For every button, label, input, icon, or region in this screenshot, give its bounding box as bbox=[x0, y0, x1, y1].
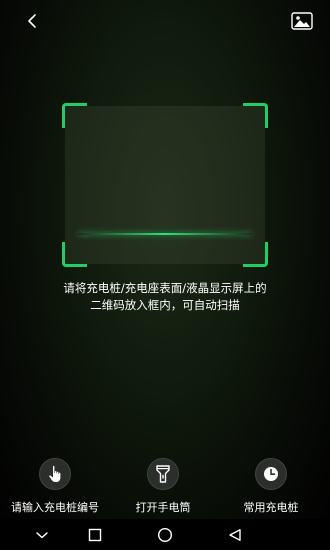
scan-hint-line-2: 二维码放入框内，可自动扫描 bbox=[90, 298, 240, 312]
back-icon bbox=[229, 529, 241, 541]
flashlight-button[interactable]: 打开手电筒 bbox=[108, 458, 218, 515]
scan-corner-bottom-right bbox=[243, 242, 268, 267]
action-circle bbox=[255, 458, 287, 490]
enter-charger-number-label: 请输入充电桩编号 bbox=[11, 501, 99, 514]
flashlight-icon bbox=[156, 465, 170, 483]
nav-back-button[interactable] bbox=[225, 525, 245, 545]
enter-charger-number-button[interactable]: 请输入充电桩编号 bbox=[0, 458, 110, 515]
album-button[interactable] bbox=[288, 9, 316, 33]
scan-corner-top-left bbox=[62, 103, 87, 128]
home-icon bbox=[157, 527, 173, 543]
scan-corner-bottom-left bbox=[62, 242, 87, 267]
frequent-chargers-button[interactable]: 常用充电桩 bbox=[216, 458, 326, 515]
hand-pointer-icon bbox=[49, 465, 61, 482]
top-bar bbox=[0, 0, 330, 42]
image-icon bbox=[291, 12, 313, 30]
scan-hint: 请将充电桩/充电座表面/液晶显示屏上的 二维码放入框内，可自动扫描 bbox=[0, 280, 330, 314]
nav-dropdown-button[interactable] bbox=[32, 525, 52, 545]
scan-area bbox=[65, 106, 265, 264]
chevron-left-icon bbox=[28, 14, 36, 28]
scan-hint-line-1: 请将充电桩/充电座表面/液晶显示屏上的 bbox=[63, 281, 267, 295]
scan-line bbox=[78, 233, 252, 235]
action-circle bbox=[39, 458, 71, 490]
action-circle bbox=[147, 458, 179, 490]
bottom-actions: 请输入充电桩编号 打开手电筒 常用充电桩 bbox=[0, 458, 330, 518]
scan-corner-top-right bbox=[243, 103, 268, 128]
scan-frame bbox=[62, 103, 268, 267]
dropdown-icon bbox=[36, 532, 48, 539]
clock-icon bbox=[264, 467, 278, 481]
recent-apps-icon bbox=[88, 528, 102, 542]
scanner-screen: 请将充电桩/充电座表面/液晶显示屏上的 二维码放入框内，可自动扫描 请输入充电桩… bbox=[0, 0, 330, 550]
back-button[interactable] bbox=[20, 9, 44, 33]
flashlight-label: 打开手电筒 bbox=[135, 501, 191, 514]
nav-recent-apps-button[interactable] bbox=[85, 525, 105, 545]
frequent-chargers-label: 常用充电桩 bbox=[243, 501, 299, 514]
system-nav-bar bbox=[0, 519, 330, 550]
nav-home-button[interactable] bbox=[155, 525, 175, 545]
